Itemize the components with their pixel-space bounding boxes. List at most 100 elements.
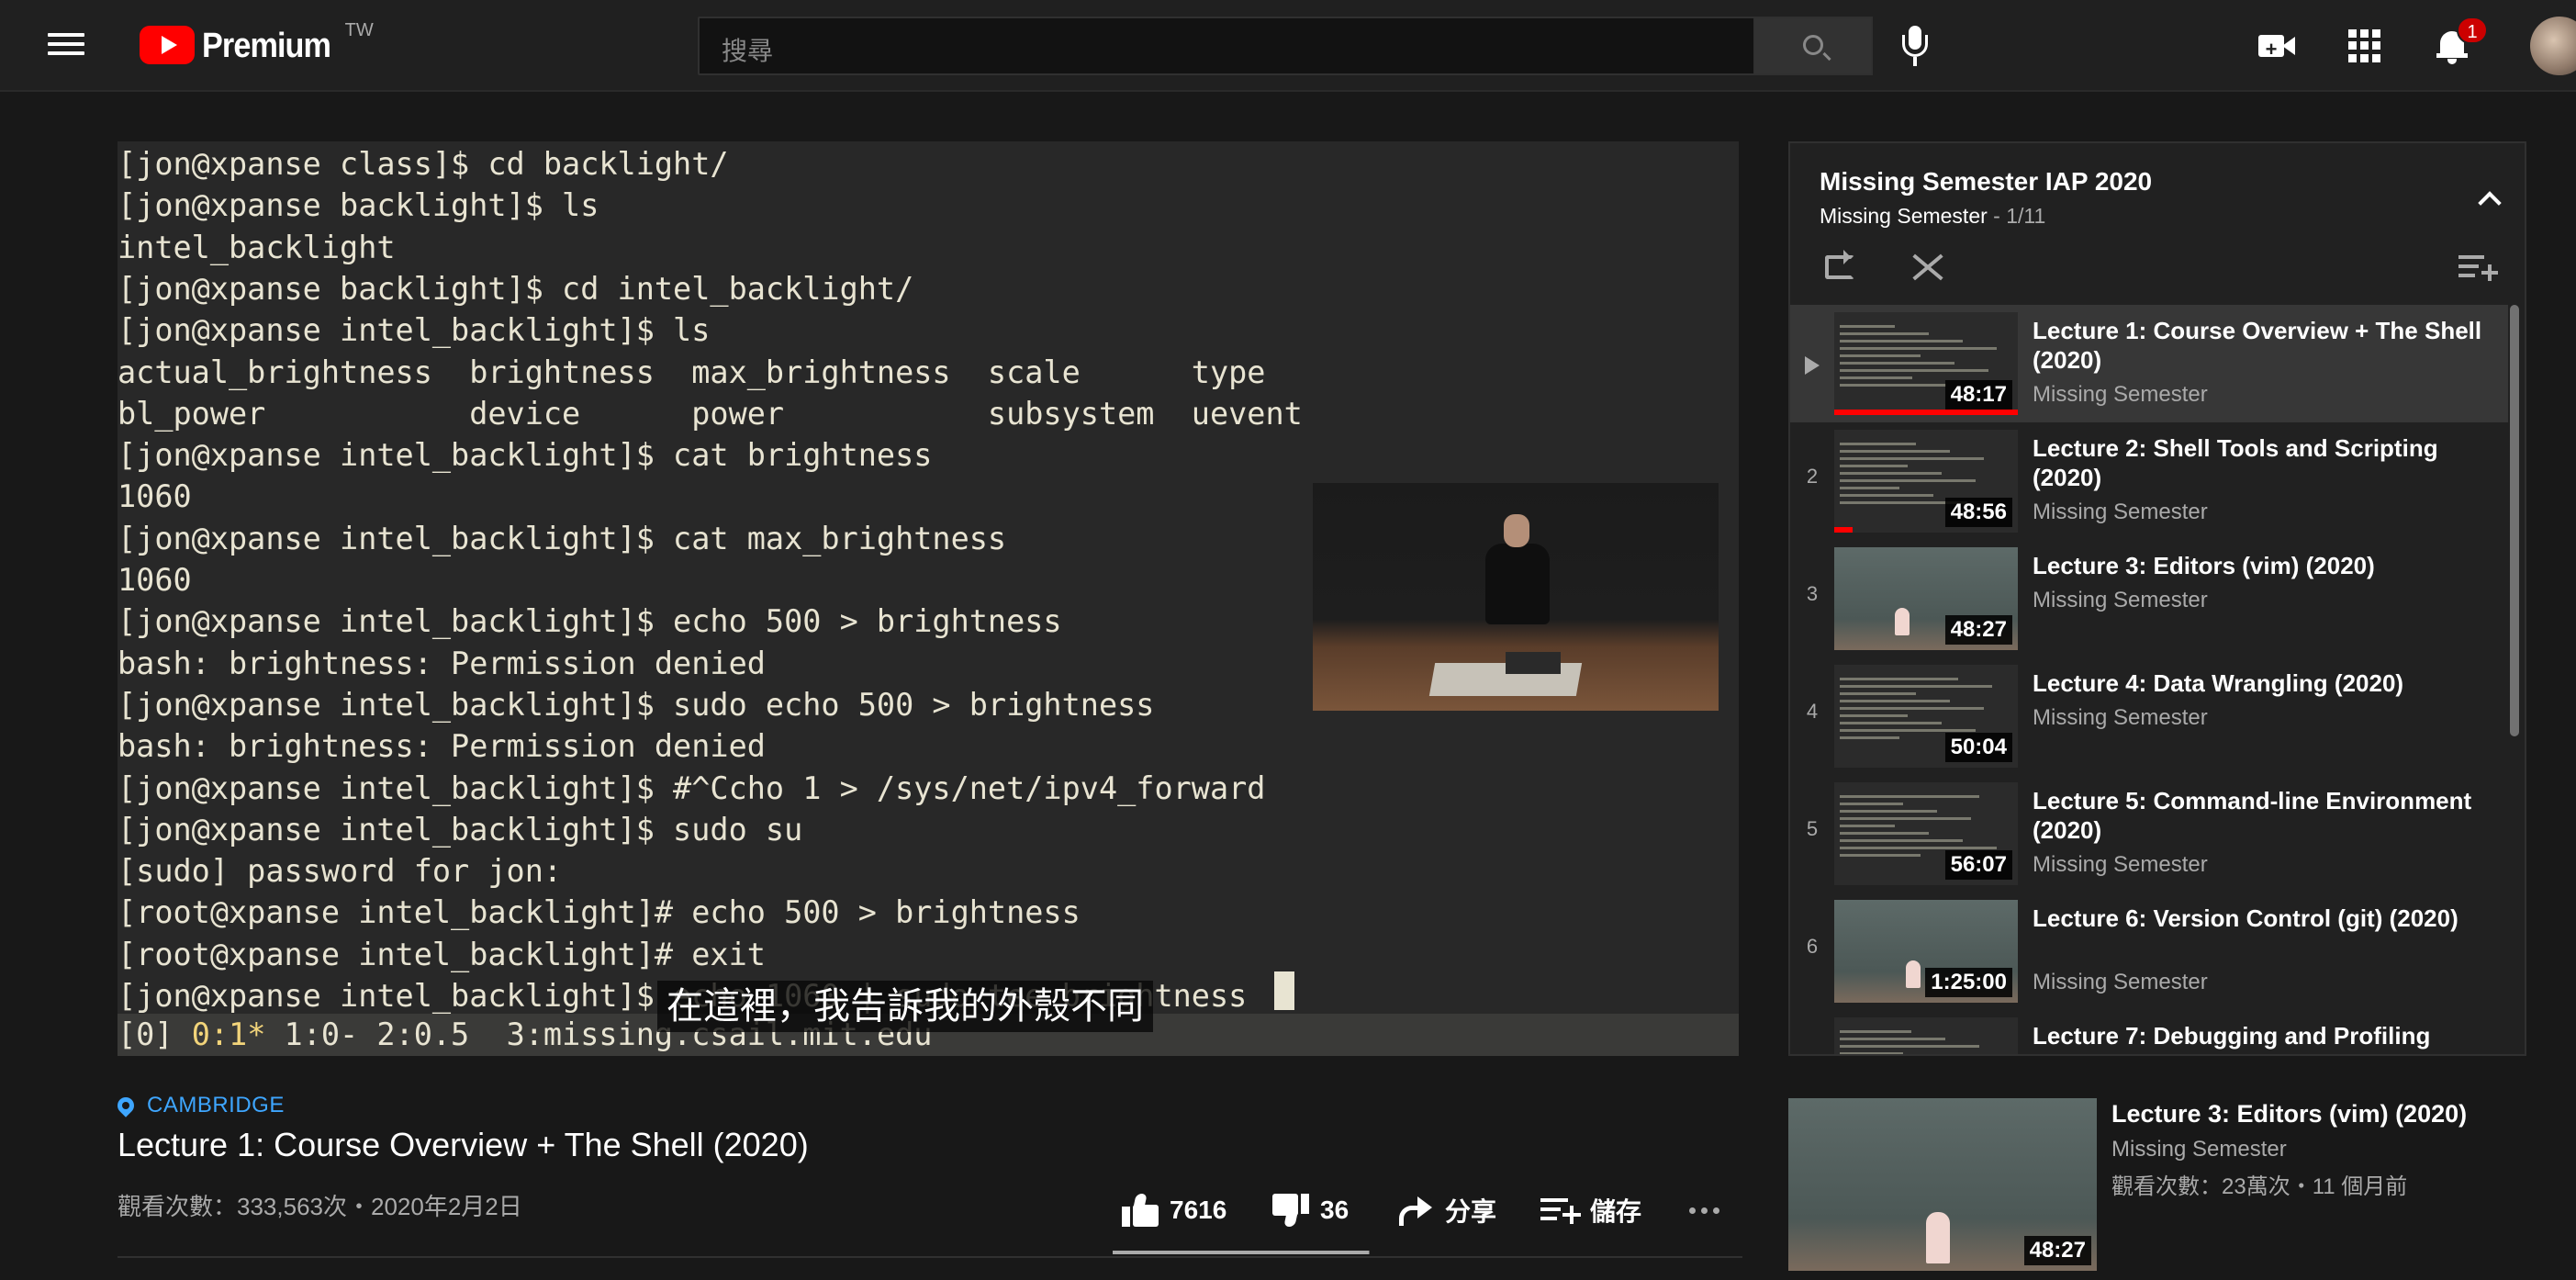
playlist-item[interactable]: 2 48:56 Lecture 2: Shell Tools and Scripti… <box>1790 422 2508 540</box>
terminal-line: [jon@xpanse class]$ cd backlight/ <box>118 146 729 182</box>
recommended-video[interactable]: 48:27 Lecture 3: Editors (vim) (2020) Mi… <box>1788 1098 2526 1273</box>
playlist-item[interactable]: 5 56:07 Lecture 5: Command-line Environmen… <box>1790 775 2508 893</box>
watch-progress-bar <box>1834 410 2018 415</box>
share-arrow-icon <box>1397 1195 1434 1226</box>
youtube-premium-logo[interactable]: Premium TW <box>140 20 374 66</box>
playlist-panel: Missing Semester IAP 2020 Missing Semest… <box>1788 141 2526 1056</box>
search-icon <box>1803 35 1823 55</box>
playlist-item-channel: Missing Semester <box>2033 852 2208 877</box>
youtube-play-icon <box>140 26 195 64</box>
playlist-item-thumbnail[interactable]: 50:04 <box>1834 665 2018 768</box>
terminal-line: [jon@xpanse intel_backlight]$ sudo echo … <box>118 686 1155 723</box>
playlist-item-thumbnail[interactable]: 48:17 <box>1834 312 2018 415</box>
playlist-item-title: Lecture 1: Course Overview + The Shell (… <box>2033 317 2482 374</box>
dislike-button[interactable]: 36 <box>1272 1185 1349 1236</box>
recommended-thumbnail[interactable]: 48:27 <box>1788 1098 2097 1271</box>
playlist-item-thumbnail[interactable] <box>1834 1017 2018 1054</box>
playlist-item-duration: 1:25:00 <box>1925 968 2012 997</box>
terminal-line: [root@xpanse intel_backlight]# exit <box>118 936 766 972</box>
playlist-channel[interactable]: Missing Semester <box>1820 204 1988 228</box>
playlist-item-index: 5 <box>1806 817 1819 840</box>
search-button[interactable] <box>1753 17 1873 75</box>
location-pin-icon <box>114 1094 138 1117</box>
terminal-line: [jon@xpanse intel_backlight]$ cat bright… <box>118 437 933 474</box>
save-button[interactable]: 儲存 <box>1540 1185 1641 1236</box>
playlist-item-title: Lecture 7: Debugging and Profiling <box>2033 1022 2431 1050</box>
terminal-line: 1060 <box>118 478 192 515</box>
search-input[interactable]: 搜尋 <box>698 17 1755 75</box>
video-camera-plus-icon[interactable]: + <box>2258 31 2297 61</box>
tmux-session: [0] <box>118 1016 192 1052</box>
notification-badge: 1 <box>2457 17 2488 44</box>
playlist-item-title: Lecture 3: Editors (vim) (2020) <box>2033 552 2375 579</box>
recommended-meta: 觀看次數：23萬次・11 個月前 <box>2111 1174 2408 1199</box>
playlist-item-thumbnail[interactable]: 48:56 <box>1834 430 2018 533</box>
lecturer-camera-inset <box>1313 483 1719 711</box>
logo-text: Premium <box>202 27 331 65</box>
playlist-item[interactable]: 48:17 Lecture 1: Course Overview + The Sh… <box>1790 305 2508 422</box>
location-text: CAMBRIDGE <box>147 1093 285 1117</box>
playlist-item[interactable]: 3 48:27 Lecture 3: Editors (vim) (2020) Mis… <box>1790 540 2508 657</box>
playlist-item[interactable]: 4 50:04 Lecture 4: Data Wrangling (2020) Mi… <box>1790 657 2508 775</box>
playlist-item-title: Lecture 6: Version Control (git) (2020) <box>2033 904 2458 932</box>
terminal-line: [jon@xpanse intel_backlight]$ #^Ccho 1 >… <box>118 769 1266 806</box>
terminal-line: bl_power device power subsystem uevent <box>118 395 1303 432</box>
avatar[interactable] <box>2530 17 2576 75</box>
playlist-subtitle: Missing Semester - 1/11 <box>1820 204 2045 229</box>
share-button[interactable]: 分享 <box>1397 1185 1496 1236</box>
playlist-item-duration: 56:07 <box>1944 850 2012 880</box>
playlist-item-index: 2 <box>1806 465 1819 488</box>
location-link[interactable]: CAMBRIDGE <box>114 1093 285 1118</box>
playlist-item[interactable]: 6 1:25:00 Lecture 6: Version Control (git)… <box>1790 893 2508 1010</box>
thumbs-down-icon <box>1272 1194 1309 1227</box>
recommended-title[interactable]: Lecture 3: Editors (vim) (2020) <box>2111 1098 2525 1129</box>
chevron-up-icon[interactable] <box>2477 187 2499 209</box>
like-button[interactable]: 7616 <box>1122 1185 1226 1236</box>
terminal-line: [sudo] password for jon: <box>118 853 563 890</box>
add-to-queue-icon[interactable] <box>2458 253 2499 281</box>
more-actions-button[interactable] <box>1689 1185 1719 1236</box>
share-label: 分享 <box>1445 1197 1497 1226</box>
terminal-cursor <box>1274 971 1294 1010</box>
subtitle-caption: 在這裡，我告訴我的外殼不同 <box>657 981 1153 1032</box>
terminal-line: [jon@xpanse intel_backlight]$ sudo su <box>118 811 803 848</box>
terminal-line: 1060 <box>118 562 192 598</box>
terminal-line: bash: brightness: Permission denied <box>118 645 766 681</box>
now-playing-icon <box>1805 356 1820 375</box>
video-meta: 觀看次數：333,563次・2020年2月2日 <box>118 1193 522 1220</box>
video-player[interactable]: [jon@xpanse class]$ cd backlight/ [jon@xp… <box>118 141 1739 1056</box>
terminal-line: actual_brightness brightness max_brightn… <box>118 354 1266 390</box>
playlist-item[interactable]: 7Lecture 7: Debugging and ProfilingMissi… <box>1790 1010 2508 1054</box>
terminal-line: [jon@xpanse intel_backlight]$ ls <box>118 312 711 349</box>
terminal-line: bash: brightness: Permission denied <box>118 728 766 765</box>
playlist-title[interactable]: Missing Semester IAP 2020 <box>1820 167 2152 196</box>
recommended-channel[interactable]: Missing Semester <box>2111 1137 2287 1162</box>
playlist-scrollbar[interactable] <box>2510 305 2519 736</box>
playlist-item-thumbnail[interactable]: 48:27 <box>1834 547 2018 650</box>
region-code: TW <box>344 20 374 40</box>
playlist-item-channel: Missing Semester <box>2033 705 2208 730</box>
playlist-item-channel: Missing Semester <box>2033 500 2208 524</box>
playlist-item-index: 3 <box>1806 582 1819 605</box>
loop-icon[interactable] <box>1823 250 1856 283</box>
playlist-item-index: 4 <box>1806 700 1819 723</box>
playlist-item-thumbnail[interactable]: 1:25:00 <box>1834 900 2018 1003</box>
microphone-icon[interactable] <box>1897 22 1933 70</box>
apps-grid-icon[interactable] <box>2348 29 2381 62</box>
playlist-header: Missing Semester IAP 2020 Missing Semest… <box>1790 143 2525 301</box>
playlist-item-duration: 50:04 <box>1944 733 2012 762</box>
playlist-item-channel: Missing Semester <box>2033 588 2208 612</box>
terminal-line: [jon@xpanse backlight]$ cd intel_backlig… <box>118 270 914 307</box>
terminal-line: [jon@xpanse intel_backlight]$ echo 500 >… <box>118 603 1062 640</box>
hamburger-menu-icon[interactable] <box>48 28 84 64</box>
like-dislike-bar <box>1113 1251 1370 1254</box>
shuffle-icon[interactable] <box>1911 252 1944 283</box>
save-label: 儲存 <box>1590 1197 1642 1226</box>
terminal-line: [root@xpanse intel_backlight]# echo 500 … <box>118 894 1081 931</box>
playlist-item-title: Lecture 5: Command-line Environment (202… <box>2033 787 2472 844</box>
playlist-item-thumbnail[interactable]: 56:07 <box>1834 782 2018 885</box>
playlist-items: 48:17 Lecture 1: Course Overview + The Sh… <box>1790 305 2508 1054</box>
playlist-item-duration: 48:56 <box>1944 498 2012 527</box>
like-ratio-fill <box>1113 1251 1369 1254</box>
like-count: 7616 <box>1170 1196 1227 1224</box>
